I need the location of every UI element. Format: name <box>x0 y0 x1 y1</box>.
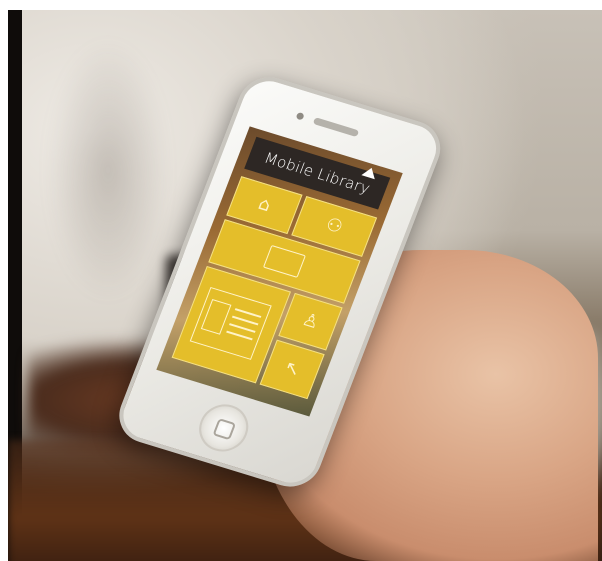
people-group-icon: ⚇ <box>322 213 346 239</box>
phone-wrapper: Mobile Library ⌂ ⚇ ♙ ↖ <box>0 0 602 561</box>
phone-screen: Mobile Library ⌂ ⚇ ♙ ↖ <box>156 126 403 417</box>
user-profile-icon: ♙ <box>299 309 323 334</box>
tile-profile[interactable]: ♙ <box>278 292 343 351</box>
earpiece-speaker <box>312 117 360 138</box>
computer-screen-icon <box>262 244 306 278</box>
document-layout-icon <box>189 286 272 360</box>
cursor-pointer-icon: ↖ <box>281 356 304 381</box>
home-button[interactable] <box>192 398 256 458</box>
front-camera <box>295 111 305 121</box>
tile-navigate[interactable]: ↖ <box>259 339 325 400</box>
smartphone: Mobile Library ⌂ ⚇ ♙ ↖ <box>110 70 449 494</box>
library-building-icon: ⌂ <box>255 193 274 217</box>
home-square-icon <box>212 418 237 441</box>
